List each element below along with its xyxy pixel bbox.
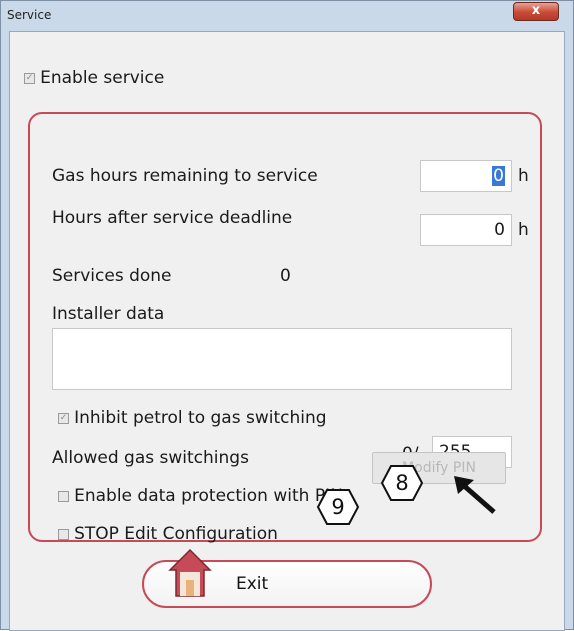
allowed-switchings-label: Allowed gas switchings (52, 448, 249, 468)
callout-badge-9: 9 (316, 488, 360, 526)
enable-service-label: Enable service (40, 68, 165, 88)
exit-button[interactable]: Exit (142, 548, 432, 608)
hours-after-input[interactable]: 0 (420, 214, 512, 246)
callout-badge-8: 8 (380, 464, 424, 502)
close-button[interactable]: x (513, 2, 559, 21)
arrow-icon (454, 476, 496, 514)
hours-after-value: 0 (494, 220, 505, 240)
dialog-client-area: ✓ Enable service Gas hours remaining to … (9, 31, 565, 631)
services-done-label: Services done (52, 266, 172, 286)
data-protection-checkbox[interactable] (58, 491, 69, 502)
services-done-value: 0 (280, 266, 291, 286)
stop-edit-label: STOP Edit Configuration (74, 524, 278, 544)
callout-number-8: 8 (395, 471, 409, 495)
home-icon (168, 548, 212, 597)
gas-hours-value: 0 (492, 166, 505, 186)
gas-hours-unit: h (518, 166, 529, 186)
enable-service-checkbox[interactable]: ✓ (24, 73, 35, 84)
stop-edit-row[interactable]: STOP Edit Configuration (58, 524, 278, 544)
close-icon[interactable]: x (532, 3, 540, 18)
data-protection-label: Enable data protection with PIN (74, 486, 343, 506)
inhibit-petrol-label: Inhibit petrol to gas switching (74, 408, 327, 428)
exit-label: Exit (236, 574, 269, 594)
title-bar: Service x (1, 1, 573, 31)
hours-after-label: Hours after service deadline (52, 208, 293, 228)
gas-hours-input[interactable]: 0 (420, 160, 512, 192)
window-title: Service (7, 8, 52, 22)
callout-number-9: 9 (331, 495, 345, 519)
installer-data-label: Installer data (52, 304, 165, 324)
hours-after-unit: h (518, 220, 529, 240)
stop-edit-checkbox[interactable] (58, 529, 69, 540)
installer-data-input[interactable] (52, 328, 512, 390)
enable-service-row[interactable]: ✓ Enable service (24, 68, 164, 88)
inhibit-petrol-checkbox[interactable]: ✓ (58, 413, 69, 424)
gas-hours-label: Gas hours remaining to service (52, 166, 318, 186)
inhibit-petrol-row[interactable]: ✓ Inhibit petrol to gas switching (58, 408, 327, 428)
service-window: Service x ✓ Enable service Gas hours rem… (0, 0, 574, 631)
